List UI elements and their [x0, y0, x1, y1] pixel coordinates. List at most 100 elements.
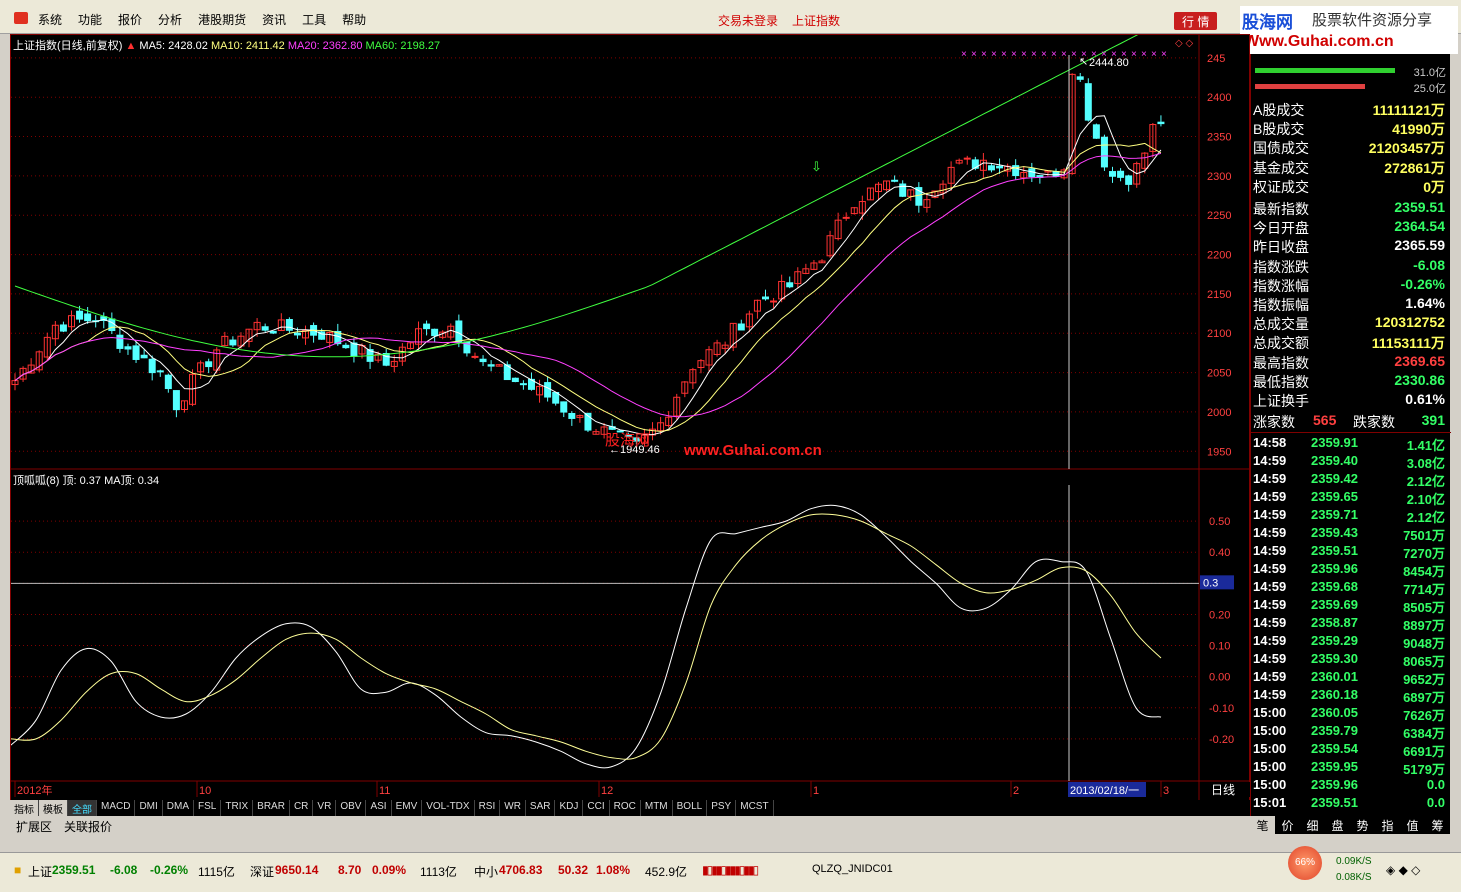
stat-label: 总成交额 — [1253, 335, 1309, 352]
side-tab-2[interactable]: 细 — [1300, 816, 1325, 834]
tick-time: 14:59 — [1253, 633, 1287, 648]
quote-button[interactable]: 行 情 — [1174, 12, 1218, 30]
menu-item-1[interactable]: 功能 — [78, 11, 102, 28]
stat-label: 国债成交 — [1253, 140, 1309, 157]
tick-time: 15:01 — [1253, 795, 1287, 810]
indicator-tab-模板[interactable]: 模板 — [39, 800, 68, 816]
stat-label: 最新指数 — [1253, 201, 1309, 217]
menu-item-7[interactable]: 帮助 — [342, 11, 366, 28]
indicator-tab-macd[interactable]: MACD — [97, 800, 136, 816]
bottom-tab-0[interactable]: 扩展区 — [10, 816, 58, 834]
indicator-tab-kdj[interactable]: KDJ — [555, 800, 584, 816]
tick-row: 14:59 2359.51 7270万 — [1253, 543, 1447, 561]
tick-amount: 7501万 — [1403, 528, 1445, 543]
stat-value: 11111121万 — [1372, 102, 1445, 118]
stat-label: 最低指数 — [1253, 373, 1309, 390]
index-name-link[interactable]: 上证指数 — [792, 12, 840, 29]
candle-body — [350, 342, 358, 357]
side-tabs: 笔价细盘势指值筹 — [1250, 816, 1450, 834]
indicator-tab-mcst[interactable]: MCST — [736, 800, 774, 816]
login-status[interactable]: 交易未登录 — [718, 12, 778, 29]
candle-body — [737, 323, 745, 331]
menu-item-3[interactable]: 分析 — [158, 11, 182, 28]
side-tab-3[interactable]: 盘 — [1325, 816, 1350, 834]
candle-body — [59, 324, 67, 332]
indicator-tab-dma[interactable]: DMA — [163, 800, 195, 816]
indicator-tab-boll[interactable]: BOLL — [673, 800, 708, 816]
kline-chart[interactable]: 245 2400 2350 2300 2250 2200 2150 2100 2050 2000 1… — [11, 35, 1251, 801]
indicator-tab-cci[interactable]: CCI — [583, 800, 610, 816]
tick-amount: 2.12亿 — [1406, 510, 1445, 525]
tick-price: 2359.51 — [1311, 795, 1358, 810]
indicator-tab-全部[interactable]: 全部 — [68, 800, 97, 816]
separator — [1251, 432, 1451, 433]
indicator-tab-vol-tdx[interactable]: VOL-TDX — [422, 800, 475, 816]
stat-value: 0万 — [1423, 178, 1445, 195]
tick-time: 15:00 — [1253, 723, 1287, 738]
menu-item-2[interactable]: 报价 — [118, 11, 142, 28]
tick-amount: 2.10亿 — [1406, 492, 1445, 507]
signal-mark: × — [1161, 49, 1167, 60]
menu-item-6[interactable]: 工具 — [302, 11, 326, 28]
tick-time: 14:59 — [1253, 543, 1287, 558]
candle-body — [164, 374, 172, 390]
stat-label: 今日开盘 — [1253, 220, 1309, 237]
candle-body — [1117, 170, 1125, 178]
menu-item-0[interactable]: 系统 — [38, 11, 62, 28]
ma60-line — [14, 35, 1139, 358]
indicator-tick-label: 0.20 — [1209, 609, 1230, 621]
stat-row: 权证成交 0万 — [1253, 177, 1447, 196]
indicator-tab-roc[interactable]: ROC — [610, 800, 641, 816]
indicator-tab-cr[interactable]: CR — [290, 800, 314, 816]
tick-amount: 7714万 — [1403, 582, 1445, 597]
stat-value: -6.08 — [1413, 256, 1445, 273]
tick-price: 2359.91 — [1311, 435, 1358, 450]
zx-name: 中小 — [474, 865, 499, 879]
indicator-tab-mtm[interactable]: MTM — [641, 800, 673, 816]
chart-panel[interactable]: 245 2400 2350 2300 2250 2200 2150 2100 2050 2000 1… — [10, 34, 1251, 834]
candle-body — [156, 370, 164, 373]
side-tab-0[interactable]: 笔 — [1250, 816, 1275, 834]
tick-row: 14:59 2359.42 2.12亿 — [1253, 471, 1447, 489]
tick-row: 14:59 2359.69 8505万 — [1253, 597, 1447, 615]
buy-arrow-icon: ⇩ — [811, 159, 822, 174]
side-tab-4[interactable]: 势 — [1350, 816, 1375, 834]
indicator-tab-obv[interactable]: OBV — [336, 800, 367, 816]
volume-bar-0 — [1255, 68, 1395, 73]
indicator-tab-psy[interactable]: PSY — [707, 800, 737, 816]
side-tab-7[interactable]: 筹 — [1425, 816, 1450, 834]
price-tick-label: 2200 — [1207, 250, 1231, 262]
indicator-tab-asi[interactable]: ASI — [366, 800, 392, 816]
side-tab-6[interactable]: 值 — [1400, 816, 1425, 834]
indicator-tab-emv[interactable]: EMV — [392, 800, 423, 816]
tick-row: 15:00 2359.54 6691万 — [1253, 741, 1447, 759]
indicator-tab-brar[interactable]: BRAR — [253, 800, 290, 816]
candle-body — [842, 216, 850, 219]
side-tab-1[interactable]: 价 — [1275, 816, 1300, 834]
side-tab-5[interactable]: 指 — [1375, 816, 1400, 834]
indicator-tab-fsl[interactable]: FSL — [194, 800, 222, 816]
stat-value: 120312752 — [1374, 314, 1445, 331]
candle-body — [84, 313, 92, 322]
stat-value: 2359.51 — [1394, 199, 1445, 215]
candle-body — [519, 383, 527, 386]
price-tick-label: 245 — [1207, 53, 1225, 65]
signal-mark: × — [1141, 49, 1147, 60]
watermark-url: www.Guhai.com.cn — [683, 442, 822, 459]
bottom-tab-1[interactable]: 关联报价 — [58, 816, 118, 834]
time-label: 10 — [199, 785, 211, 797]
signal-mark: × — [1021, 49, 1027, 60]
indicator-tab-trix[interactable]: TRIX — [221, 800, 254, 816]
price-tick-label: 2050 — [1207, 368, 1231, 380]
indicator-tab-vr[interactable]: VR — [313, 800, 337, 816]
indicator-tab-dmi[interactable]: DMI — [135, 800, 163, 816]
indicator-tab-sar[interactable]: SAR — [526, 800, 556, 816]
signal-mark: × — [1151, 49, 1157, 60]
indicator-tab-rsi[interactable]: RSI — [475, 800, 501, 816]
menu-item-5[interactable]: 资讯 — [262, 11, 286, 28]
indicator-tab-wr[interactable]: WR — [500, 800, 526, 816]
signal-mark: × — [1051, 49, 1057, 60]
candle-body — [1157, 121, 1165, 125]
menu-item-4[interactable]: 港股期货 — [198, 11, 246, 28]
indicator-tab-指标[interactable]: 指标 — [10, 800, 39, 816]
